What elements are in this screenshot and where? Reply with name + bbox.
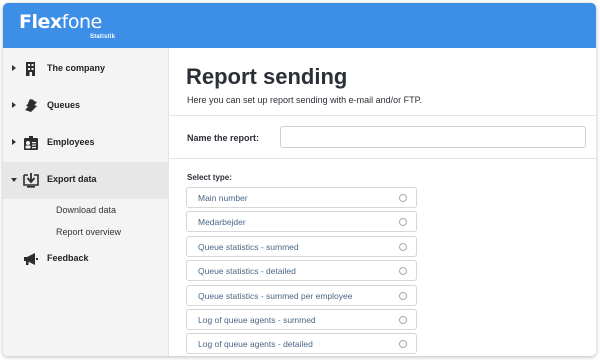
- divider: [170, 115, 596, 116]
- sidebar-item-employees[interactable]: Employees: [3, 125, 169, 162]
- sidebar-subitem-report-overview[interactable]: Report overview: [56, 227, 121, 237]
- radio-button[interactable]: [399, 292, 407, 300]
- logo-wordmark-regular: fone: [61, 11, 103, 33]
- logo-subtitle: Statistik: [90, 34, 116, 40]
- download-icon: [23, 173, 39, 188]
- type-option-label: Main number: [198, 193, 248, 203]
- type-option-queue-statistics-summed-per-employee[interactable]: Queue statistics - summed per employee: [186, 285, 417, 306]
- page-description: Here you can set up report sending with …: [187, 95, 422, 105]
- sidebar-item-feedback[interactable]: Feedback: [3, 241, 169, 278]
- type-option-main-number[interactable]: Main number: [186, 187, 417, 208]
- main-content: Report sending Here you can set up repor…: [170, 48, 596, 356]
- type-option-log-of-queue-agents-detailed[interactable]: Log of queue agents - detailed: [186, 333, 417, 354]
- type-option-medarbejder[interactable]: Medarbejder: [186, 211, 417, 232]
- caret-down-icon: [11, 178, 17, 182]
- type-option-label: Medarbejder: [198, 217, 246, 227]
- type-option-label: Queue statistics - summed: [198, 242, 299, 252]
- building-icon: [26, 62, 35, 76]
- employees-icon: [24, 136, 38, 150]
- radio-button[interactable]: [399, 243, 407, 251]
- sidebar-item-label: Queues: [47, 100, 81, 110]
- flexfone-logo[interactable]: Flexfone Statistik: [19, 11, 115, 40]
- sidebar-subitem-download-data[interactable]: Download data: [56, 205, 116, 215]
- radio-button[interactable]: [399, 340, 407, 348]
- sidebar-item-label: Export data: [47, 174, 97, 184]
- type-option-label: Log of queue agents - detailed: [198, 339, 313, 349]
- top-bar: Flexfone Statistik: [3, 3, 596, 48]
- caret-right-icon: [12, 102, 16, 108]
- megaphone-icon: [24, 253, 38, 265]
- radio-button[interactable]: [399, 267, 407, 275]
- caret-right-icon: [12, 139, 16, 145]
- page-title: Report sending: [186, 64, 348, 89]
- sidebar-item-export-data[interactable]: Export data: [3, 162, 169, 199]
- radio-button[interactable]: [399, 194, 407, 202]
- radio-button[interactable]: [399, 218, 407, 226]
- phones-stack-icon: [25, 99, 37, 112]
- logo-wordmark-bold: Flex: [19, 11, 62, 33]
- type-option-label: Log of queue agents - summed: [198, 315, 316, 325]
- sidebar-item-label: The company: [47, 63, 106, 73]
- sidebar: The company Queues Employees Export data…: [3, 48, 169, 356]
- type-option-label: Queue statistics - detailed: [198, 266, 296, 276]
- divider: [170, 158, 596, 159]
- report-name-input[interactable]: [280, 126, 586, 148]
- sidebar-item-the-company[interactable]: The company: [3, 51, 169, 88]
- sidebar-item-label: Employees: [47, 137, 95, 147]
- sidebar-item-queues[interactable]: Queues: [3, 88, 169, 125]
- type-option-log-of-queue-agents-summed[interactable]: Log of queue agents - summed: [186, 309, 417, 330]
- logo-wordmark: Flexfone: [19, 11, 102, 33]
- select-type-label: Select type:: [187, 173, 232, 182]
- report-name-label: Name the report:: [187, 133, 260, 143]
- caret-right-icon: [12, 65, 16, 71]
- radio-button[interactable]: [399, 316, 407, 324]
- app-window: Flexfone Statistik The company Queues Em…: [3, 3, 596, 356]
- sidebar-item-label: Feedback: [47, 253, 89, 263]
- type-option-label: Queue statistics - summed per employee: [198, 291, 353, 301]
- type-option-queue-statistics-detailed[interactable]: Queue statistics - detailed: [186, 260, 417, 281]
- type-option-queue-statistics-summed[interactable]: Queue statistics - summed: [186, 236, 417, 257]
